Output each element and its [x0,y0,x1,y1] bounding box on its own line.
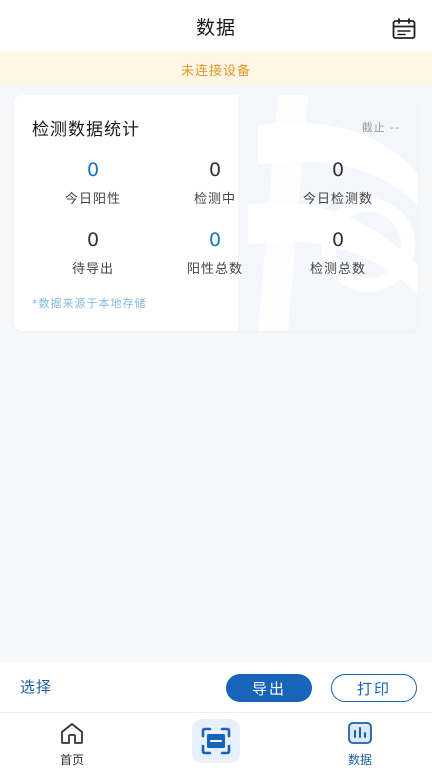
connection-banner: 未连接设备 [0,52,432,86]
stat-today-positive[interactable]: 0 今日阳性 [33,158,153,207]
stat-value: 0 [208,229,222,251]
stat-today-tests[interactable]: 0 今日检测数 [278,158,398,207]
bottom-nav: 首页 数据 [0,712,432,768]
page-title: 数据 [195,16,236,39]
nav-label-home: 首页 [59,753,84,767]
scan-button[interactable] [192,719,240,763]
stat-label: 检测总数 [309,262,366,277]
print-button[interactable]: 打印 [331,674,417,702]
stat-value: 0 [331,159,345,181]
stat-total-tests[interactable]: 0 检测总数 [278,228,398,277]
export-button[interactable]: 导出 [226,674,312,702]
app-root: 数据 未连接设备 检测数据统计 截止 -- 0 今日阳性 0 检测中 0 今日检… [0,0,432,768]
nav-item-data[interactable]: 数据 [320,721,400,768]
scan-icon [201,727,231,755]
data-source-note: *数据来源于本地存储 [32,297,147,310]
select-button[interactable]: 选择 [20,676,52,697]
stats-as-of: 截止 -- [361,121,400,134]
stat-pending-export[interactable]: 0 待导出 [33,228,153,277]
stat-total-positive[interactable]: 0 阳性总数 [155,228,275,277]
stats-card: 检测数据统计 截止 -- 0 今日阳性 0 检测中 0 今日检测数 0 待导出 … [14,95,418,331]
action-bar: 选择 导出 打印 [0,662,432,712]
chart-icon [348,722,372,744]
stat-label: 检测中 [193,192,236,207]
header: 数据 [0,0,432,52]
stat-value: 0 [86,229,100,251]
stat-value: 0 [86,159,100,181]
stat-value: 0 [208,159,222,181]
nav-item-home[interactable]: 首页 [32,721,112,768]
stat-testing[interactable]: 0 检测中 [155,158,275,207]
stat-label: 待导出 [71,262,114,277]
stat-value: 0 [331,229,345,251]
home-icon [61,723,83,744]
stat-label: 阳性总数 [186,262,243,277]
stats-title: 检测数据统计 [32,120,140,140]
stat-label: 今日检测数 [302,192,373,207]
stat-label: 今日阳性 [64,192,121,207]
calendar-icon[interactable] [392,18,416,40]
nav-label-data: 数据 [347,753,372,767]
connection-status: 未连接设备 [180,63,251,79]
